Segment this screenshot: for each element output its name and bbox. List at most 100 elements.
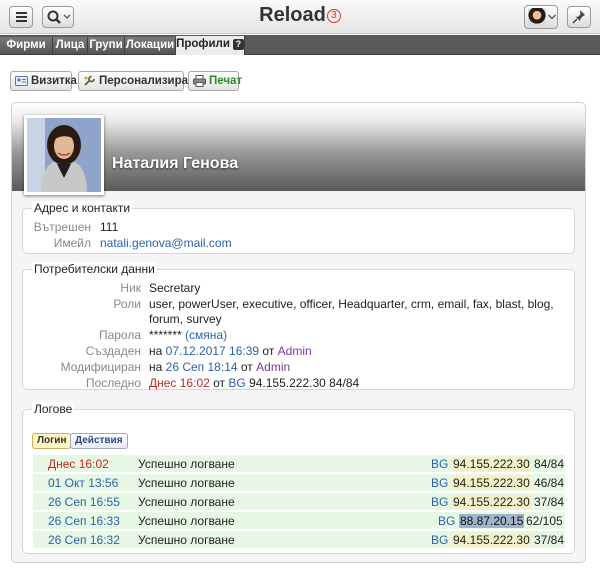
modified-row: на 26 Сеп 18:14 от Admin [149, 360, 290, 374]
log-ip: 94.155.222.30 [452, 533, 531, 547]
tab-label: Групи [89, 39, 123, 51]
password-value: ******* [149, 328, 182, 342]
tab-persons[interactable]: Лица [53, 37, 88, 54]
log-country: BG [431, 476, 449, 490]
tab-label: Лица [55, 39, 85, 51]
app-title-text: Reload [259, 4, 326, 26]
created-from: от [262, 344, 275, 358]
tab-locations[interactable]: Локации [125, 37, 176, 54]
log-date: 01 Окт 13:56 [48, 476, 119, 490]
app-title: Reload 3 [0, 4, 600, 27]
top-bar: Reload 3 [0, 0, 600, 34]
business-card-button[interactable]: Визитка [10, 71, 77, 91]
nick-value: Secretary [149, 281, 201, 295]
log-row: Днес 16:02 Успешно логване BG 94.155.222… [33, 455, 565, 473]
print-button[interactable]: Печат [188, 71, 243, 91]
profile-photo [24, 115, 104, 195]
modified-label: Модифициран [60, 360, 141, 374]
created-on: на [149, 344, 163, 358]
log-row: 26 Сеп 16:55 Успешно логване BG 94.155.2… [33, 493, 565, 511]
log-country: BG [431, 495, 449, 509]
log-count: 37/84 [534, 495, 565, 509]
personalize-button[interactable]: Персонализиране [78, 71, 201, 91]
email-link[interactable]: natali.genova@mail.com [100, 236, 232, 250]
tab-label: Профили [176, 38, 230, 50]
log-event: Успешно логване [138, 533, 235, 547]
log-row: 26 Сеп 16:33 Успешно логване BG 88.87.20… [33, 512, 565, 530]
notification-badge[interactable]: 3 [326, 8, 341, 23]
log-date: 26 Сеп 16:33 [48, 514, 120, 528]
main-nav: Фирми Лица Групи Локации Профили? [0, 35, 600, 55]
logs-section: Логове Логин Действия Днес 16:02 Успешно… [22, 402, 575, 554]
tab-label: Фирми [6, 39, 46, 51]
tab-companies[interactable]: Фирми [0, 37, 53, 54]
created-row: на 07.12.2017 16:39 от Admin [149, 344, 312, 358]
log-ip: 94.155.222.30 [452, 495, 531, 509]
last-login-country: BG [228, 376, 246, 390]
email-label: Имейл [53, 236, 91, 250]
password-label: Парола [98, 328, 141, 342]
modified-date: 26 Сеп 18:14 [165, 360, 238, 374]
wrench-icon [84, 75, 95, 86]
personalize-label: Персонализиране [99, 75, 202, 87]
tab-action-logs[interactable]: Действия [70, 433, 128, 449]
nick-label: Ник [120, 281, 141, 295]
roles-value-line1: user, powerUser, executive, officer, Hea… [149, 297, 554, 311]
log-event: Успешно логване [138, 514, 235, 528]
internal-label: Вътрешен [33, 220, 91, 234]
created-label: Създаден [85, 344, 141, 358]
log-row: 01 Окт 13:56 Успешно логване BG 94.155.2… [33, 474, 565, 492]
log-count: 84/84 [534, 457, 565, 471]
log-country: BG [438, 514, 456, 528]
last-login-from: от [213, 376, 226, 390]
tab-login-logs[interactable]: Логин [32, 433, 72, 449]
logs-title: Логове [32, 402, 75, 416]
last-login-count: 84/84 [329, 376, 360, 390]
tab-groups[interactable]: Групи [88, 37, 125, 54]
contacts-section: Адрес и контакти Вътрешен 111 Имейл nata… [22, 201, 575, 254]
log-country: BG [431, 457, 449, 471]
internal-value: 111 [100, 220, 119, 234]
last-login-label: Последно [85, 376, 141, 390]
print-label: Печат [209, 75, 243, 87]
log-event: Успешно логване [138, 476, 235, 490]
log-ip: 94.155.222.30 [452, 457, 531, 471]
printer-icon [193, 75, 206, 87]
created-by-link[interactable]: Admin [278, 344, 312, 358]
roles-value-line2: forum, survey [149, 312, 222, 326]
last-login-date: Днес 16:02 [149, 376, 210, 390]
business-card-label: Визитка [31, 75, 77, 87]
tab-label: Локации [125, 39, 175, 51]
log-ip: 94.155.222.30 [452, 476, 531, 490]
modified-from: от [240, 360, 253, 374]
user-menu-button[interactable] [524, 5, 558, 29]
log-event: Успешно логване [138, 457, 235, 471]
modified-on: на [149, 360, 163, 374]
log-date: 26 Сеп 16:55 [48, 495, 120, 509]
contacts-title: Адрес и контакти [32, 201, 133, 215]
created-date: 07.12.2017 16:39 [165, 344, 260, 358]
help-icon[interactable]: ? [232, 39, 244, 50]
user-data-section: Потребителски данни Ник Secretary Роли u… [22, 262, 575, 390]
profile-panel: Наталия Генова Адрес и контакти Вътрешен… [11, 102, 586, 563]
profile-name: Наталия Генова [112, 155, 239, 172]
last-login-row: Днес 16:02 от BG 94.155.222.30 84/84 [149, 376, 359, 390]
log-country: BG [431, 533, 449, 547]
log-date: 26 Сеп 16:32 [48, 533, 120, 547]
pin-button[interactable] [567, 6, 591, 28]
tab-profiles[interactable]: Профили? [176, 36, 245, 55]
modified-by-link[interactable]: Admin [256, 360, 290, 374]
log-row: 26 Сеп 16:32 Успешно логване BG 94.155.2… [33, 531, 565, 549]
chevron-down-icon [548, 14, 556, 20]
log-count: 46/84 [534, 476, 565, 490]
log-count: 37/84 [534, 533, 565, 547]
roles-label: Роли [113, 297, 141, 311]
log-ip: 88.87.20.15 [459, 514, 525, 528]
log-event: Успешно логване [138, 495, 235, 509]
business-card-icon [15, 76, 28, 86]
pin-icon [572, 10, 585, 24]
user-data-title: Потребителски данни [32, 262, 157, 276]
avatar [528, 8, 546, 26]
last-login-ip: 94.155.222.30 [249, 376, 326, 390]
change-password-link[interactable]: (смяна) [185, 328, 227, 342]
